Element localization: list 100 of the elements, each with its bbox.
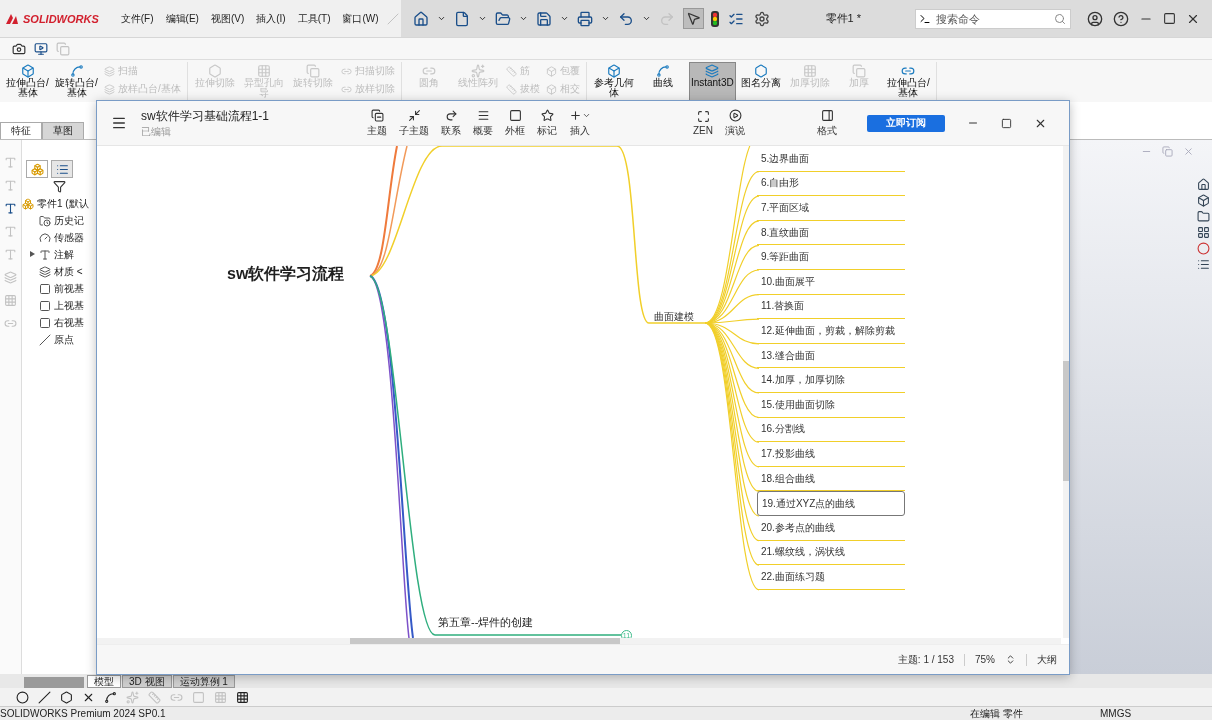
sketch-tool-icon[interactable] [14, 688, 31, 706]
search-field[interactable]: 搜索命令 [915, 8, 1071, 29]
toolbar-button[interactable]: 概要 [467, 108, 499, 138]
subtopic[interactable]: 7.平面区域 [757, 196, 905, 221]
expand-arrow-icon[interactable] [30, 251, 35, 257]
search-icon[interactable] [1054, 12, 1066, 25]
zoom-level[interactable]: 75% [975, 654, 995, 665]
menu-item[interactable]: 工具(T) [291, 11, 337, 26]
play-icon [728, 108, 742, 122]
subtopic[interactable]: 6.自由形 [757, 171, 905, 197]
topic-icon [370, 108, 384, 122]
text-icon [39, 248, 51, 261]
subtopic[interactable]: 13.缝合曲面 [757, 343, 905, 369]
tree-item[interactable]: 传感器 [30, 229, 96, 246]
ribbon-button[interactable]: 拉伸凸台/基体 [884, 62, 932, 102]
toolbar-button[interactable]: 标记 [531, 108, 563, 138]
toolbar-button[interactable]: 演说 [719, 108, 751, 138]
property-tab-icon[interactable] [51, 160, 73, 178]
tree-item[interactable]: 右视基 [30, 314, 96, 331]
subtopic[interactable]: 22.曲面练习题 [757, 565, 905, 590]
menu-icon[interactable] [111, 115, 127, 131]
subtopic[interactable]: 21.螺纹线，涡状线 [757, 540, 905, 566]
subtopic[interactable]: 17.投影曲线 [757, 442, 905, 467]
toolbar-button[interactable]: 子主题 [393, 108, 435, 138]
central-topic[interactable]: sw软件学习流程 [227, 264, 345, 285]
menu-item[interactable]: 编辑(E) [159, 11, 205, 26]
vertical-scrollbar[interactable] [1063, 146, 1069, 638]
ribbon-button[interactable]: Instant3D [688, 62, 736, 102]
menu-item[interactable]: 文件(F) [114, 11, 160, 26]
tree-item[interactable]: 注解 [30, 246, 96, 263]
ruler-icon [505, 65, 517, 77]
subtopic[interactable]: 9.等距曲面 [757, 245, 905, 270]
menu-item[interactable]: 窗口(W) [336, 11, 385, 26]
ribbon-button[interactable]: 旋转凸台/基体 [53, 62, 100, 102]
subscribe-button[interactable]: 立即订阅 [867, 114, 945, 132]
sketch-tool-icon[interactable] [58, 688, 75, 706]
ribbon-button[interactable]: 曲线 [639, 62, 687, 102]
chapter-topic[interactable]: 第五章--焊件的创建 [438, 615, 534, 630]
tab[interactable]: 运动算例 1 [172, 675, 235, 688]
ribbon-button[interactable]: 参考几何体 [590, 62, 638, 102]
toolbar-button[interactable]: 外框 [499, 108, 531, 138]
horizontal-scrollbar[interactable] [97, 638, 1061, 644]
tab[interactable]: 特征 [0, 122, 42, 139]
caret-icon[interactable] [600, 14, 610, 23]
panel-icon [820, 108, 834, 122]
toolbar-button[interactable]: 主题 [361, 108, 393, 138]
caret-icon[interactable] [518, 14, 528, 23]
subtopic[interactable]: 20.参考点的曲线 [757, 515, 905, 541]
toolbar-button[interactable]: 插入 [563, 108, 597, 138]
outline-button[interactable]: 大纲 [1037, 652, 1057, 667]
copy-icon [306, 64, 321, 78]
subtopic[interactable]: 15.使用曲面切除 [757, 392, 905, 418]
tree-item[interactable]: 历史记 [30, 212, 96, 229]
grid-icon[interactable] [1197, 226, 1210, 239]
subtopic[interactable]: 5.边界曲面 [757, 147, 905, 172]
grid-icon [257, 64, 272, 78]
list-icon[interactable] [1197, 258, 1210, 271]
expand-icon [696, 110, 710, 123]
origin-icon [39, 333, 51, 346]
maximize-icon[interactable] [1001, 117, 1012, 129]
subtopic[interactable]: 19.通过XYZ点的曲线 [757, 491, 905, 516]
edit-mode: 在编辑 零件 [970, 706, 1024, 720]
menu-item[interactable]: 视图(V) [204, 11, 251, 26]
tab[interactable]: 模型 [87, 675, 121, 688]
select-pointer-icon[interactable] [682, 8, 704, 29]
caret-icon[interactable] [559, 14, 569, 23]
branch-topic[interactable]: 曲面建模 [654, 310, 694, 324]
tab[interactable]: 3D 视图 [122, 675, 172, 688]
subtopic[interactable]: 10.曲面展平 [757, 269, 905, 295]
subtopic[interactable]: 18.组合曲线 [757, 466, 905, 492]
curve-icon [69, 64, 84, 78]
tab[interactable]: 草图 [42, 122, 84, 139]
subtopic[interactable]: 8.直纹曲面 [757, 220, 905, 246]
tree-item[interactable]: 零件1 (默认 [22, 195, 96, 212]
cube-icon[interactable] [1197, 194, 1210, 207]
subtopic[interactable]: 14.加厚，加厚切除 [757, 368, 905, 393]
zoom-stepper-icon[interactable] [1005, 654, 1016, 665]
ribbon-button[interactable]: 图名分离 [737, 62, 785, 102]
palette-icon[interactable] [1197, 242, 1210, 255]
maximize-icon[interactable] [1161, 10, 1178, 27]
tree-item[interactable]: 前视基 [30, 280, 96, 297]
subtopic[interactable]: 11.替换面 [757, 294, 905, 320]
part-icon [22, 197, 34, 210]
tree-item[interactable]: 原点 [30, 331, 96, 348]
caret-icon[interactable] [436, 14, 446, 23]
caret-icon[interactable] [477, 14, 487, 23]
toolbar-button[interactable]: 联系 [435, 108, 467, 138]
traffic-light-icon[interactable] [709, 10, 720, 27]
folder-icon[interactable] [1197, 210, 1210, 223]
subtopic[interactable]: 12.延伸曲面，剪裁，解除剪裁 [757, 319, 905, 344]
caret-icon[interactable] [641, 14, 651, 23]
tree-item[interactable]: 材质 < [30, 263, 96, 280]
app-logo: SOLIDWORKS [23, 12, 99, 25]
toolbar-button[interactable]: 格式 [811, 108, 843, 138]
tree-item[interactable]: 上视基 [30, 297, 96, 314]
ribbon-button[interactable]: 拉伸凸台/基体 [4, 62, 51, 102]
toolbar-button[interactable]: ZEN [687, 110, 719, 136]
home-icon[interactable] [1197, 178, 1210, 191]
subtopic[interactable]: 16.分割线 [757, 417, 905, 443]
menu-item[interactable]: 插入(I) [250, 11, 292, 26]
